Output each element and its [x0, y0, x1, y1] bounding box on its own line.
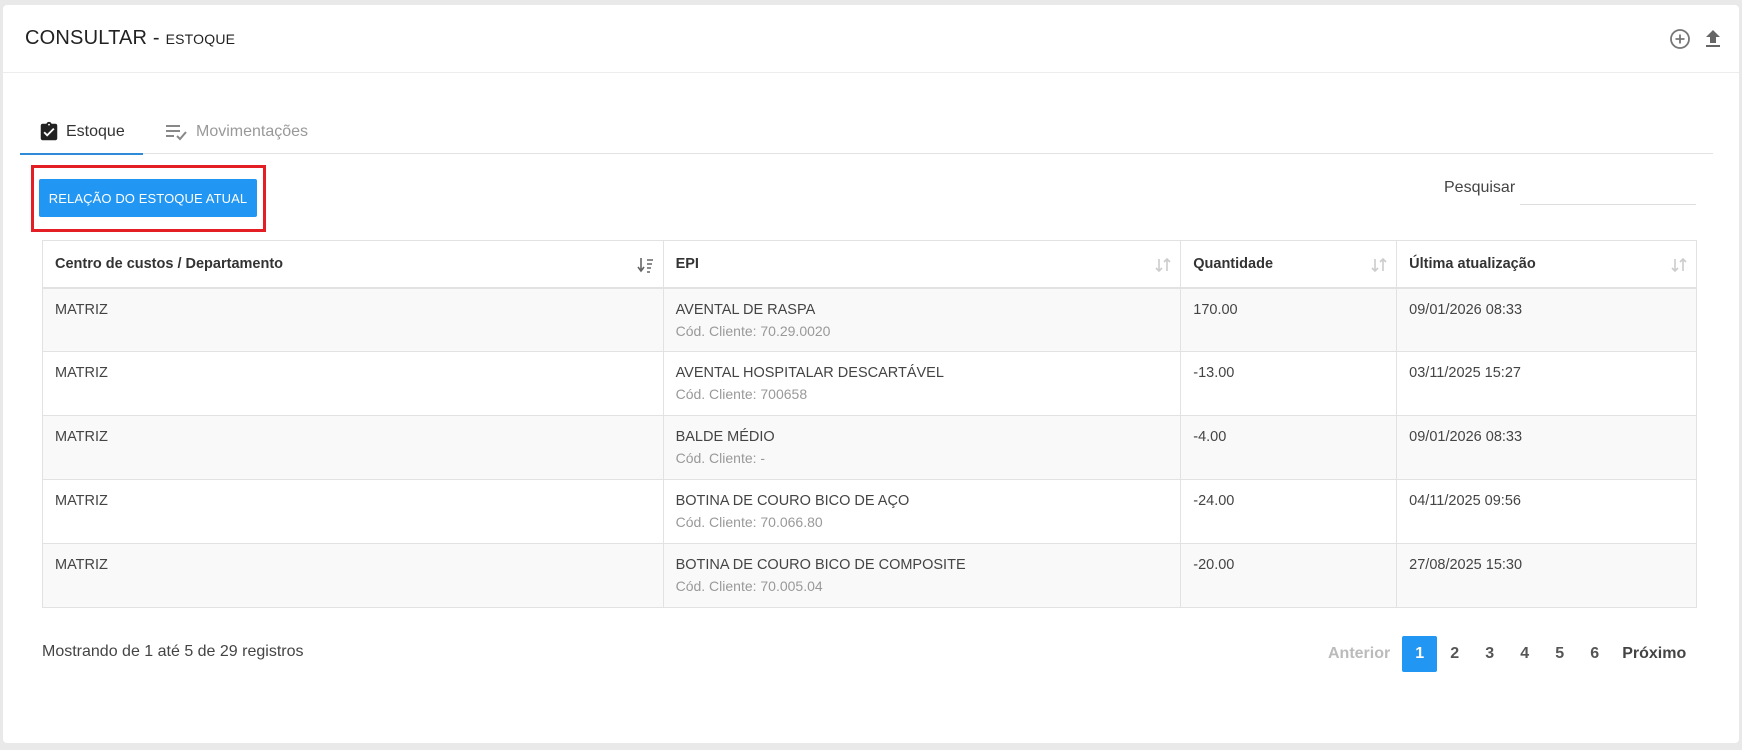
card-header: CONSULTAR - ESTOQUE — [3, 5, 1739, 73]
cell-updated: 04/11/2025 09:56 — [1396, 479, 1697, 544]
cell-cost-center: MATRIZ — [42, 351, 664, 416]
upload-icon[interactable] — [1701, 27, 1725, 51]
cell-updated: 03/11/2025 15:27 — [1396, 351, 1697, 416]
page-title-sub: ESTOQUE — [165, 31, 236, 47]
pagination-page[interactable]: 6 — [1577, 636, 1612, 672]
search-input[interactable] — [1520, 175, 1696, 205]
tab-estoque-label: Estoque — [66, 122, 125, 140]
client-code: Cód. Cliente: 700658 — [675, 386, 808, 402]
cell-epi: BALDE MÉDIO Cód. Cliente: - — [662, 415, 1182, 480]
plus-circle-icon[interactable] — [1668, 27, 1692, 51]
pagination-next[interactable]: Próximo — [1612, 636, 1692, 672]
cell-updated: 09/01/2026 08:33 — [1396, 287, 1697, 352]
clipboard-check-icon — [38, 121, 60, 143]
sort-icon[interactable] — [1154, 256, 1172, 274]
cell-quantity: -13.00 — [1180, 351, 1398, 416]
list-check-icon — [164, 121, 190, 143]
client-code: Cód. Cliente: 70.005.04 — [675, 578, 823, 594]
page-title: CONSULTAR - ESTOQUE — [25, 27, 235, 50]
cell-epi: BOTINA DE COURO BICO DE AÇO Cód. Cliente:… — [662, 479, 1182, 544]
tabs-bar: Estoque Movimentações — [20, 110, 1713, 155]
column-header-cost-center[interactable]: Centro de custos / Departamento — [42, 240, 664, 289]
cell-quantity: -20.00 — [1180, 543, 1398, 608]
client-code: Cód. Cliente: - — [675, 450, 766, 466]
table-row[interactable]: MATRIZ AVENTAL HOSPITALAR DESCARTÁVEL Cód… — [42, 351, 1697, 416]
pagination-page[interactable]: 2 — [1437, 636, 1472, 672]
cell-epi: BOTINA DE COURO BICO DE COMPOSITE Cód. Cl… — [662, 543, 1182, 608]
stock-table: Centro de custos / Departamento EPI Quan… — [42, 240, 1697, 608]
cell-cost-center: MATRIZ — [42, 543, 664, 608]
cell-updated: 27/08/2025 15:30 — [1396, 543, 1697, 608]
stock-report-button[interactable]: RELAÇÃO DO ESTOQUE ATUAL — [39, 179, 257, 217]
cell-epi: AVENTAL HOSPITALAR DESCARTÁVEL Cód. Clien… — [662, 351, 1182, 416]
tab-estoque[interactable]: Estoque — [20, 110, 143, 155]
cell-epi: AVENTAL DE RASPA Cód. Cliente: 70.29.0020 — [662, 287, 1182, 352]
pagination: Anterior 1 2 3 4 5 6 Próximo — [1320, 636, 1692, 672]
cell-quantity: 170.00 — [1180, 287, 1398, 352]
table-row[interactable]: MATRIZ AVENTAL DE RASPA Cód. Cliente: 70.… — [42, 287, 1697, 352]
tab-movimentacoes-label: Movimentações — [196, 123, 309, 140]
table-header-row: Centro de custos / Departamento EPI Quan… — [42, 240, 1697, 289]
cell-cost-center: MATRIZ — [42, 415, 664, 480]
table-row[interactable]: MATRIZ BOTINA DE COURO BICO DE COMPOSITE… — [42, 543, 1697, 608]
pagination-page[interactable]: 4 — [1507, 636, 1542, 672]
table-row[interactable]: MATRIZ BALDE MÉDIO Cód. Cliente: - -4.00 … — [42, 415, 1697, 480]
client-code: Cód. Cliente: 70.29.0020 — [675, 322, 831, 339]
column-header-quantity[interactable]: Quantidade — [1180, 240, 1398, 289]
cell-updated: 09/01/2026 08:33 — [1396, 415, 1697, 480]
cell-cost-center: MATRIZ — [42, 287, 664, 352]
pagination-page[interactable]: 3 — [1472, 636, 1507, 672]
sort-icon[interactable] — [1370, 256, 1388, 274]
column-header-last-update[interactable]: Última atualização — [1396, 240, 1697, 289]
sort-desc-icon[interactable] — [636, 256, 655, 274]
pagination-page[interactable]: 1 — [1402, 636, 1438, 672]
tab-movimentacoes[interactable]: Movimentações — [164, 110, 308, 154]
client-code: Cód. Cliente: 70.066.80 — [675, 514, 823, 530]
pagination-page[interactable]: 5 — [1542, 636, 1577, 672]
cell-quantity: -4.00 — [1180, 415, 1398, 480]
records-info: Mostrando de 1 até 5 de 29 registros — [42, 643, 304, 660]
pagination-prev[interactable]: Anterior — [1320, 636, 1398, 672]
cell-cost-center: MATRIZ — [42, 479, 664, 544]
page-title-main: CONSULTAR - — [25, 27, 160, 49]
column-header-epi[interactable]: EPI — [662, 240, 1182, 289]
cell-quantity: -24.00 — [1180, 479, 1398, 544]
sort-icon[interactable] — [1670, 256, 1688, 274]
table-row[interactable]: MATRIZ BOTINA DE COURO BICO DE AÇO Cód. C… — [42, 479, 1697, 544]
search-label: Pesquisar — [1444, 179, 1516, 196]
